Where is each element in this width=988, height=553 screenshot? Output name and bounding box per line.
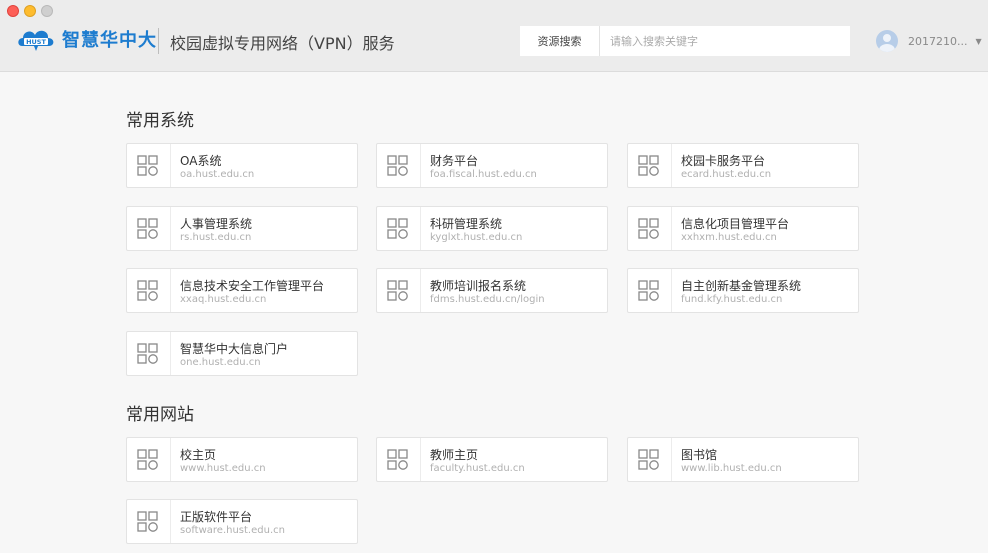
title-bar: HUST 智慧华中大 校园虚拟专用网络（VPN）服务 资源搜索 2017210.… (0, 0, 988, 72)
user-avatar-icon (876, 30, 898, 52)
header-divider (158, 28, 159, 54)
card-url: ecard.hust.edu.cn (681, 169, 772, 180)
card-name: 科研管理系统 (430, 217, 503, 231)
card-url: faculty.hust.edu.cn (430, 463, 525, 474)
website-card-faculty[interactable]: 教师主页 faculty.hust.edu.cn (376, 437, 608, 482)
card-url: foa.fiscal.hust.edu.cn (430, 169, 537, 180)
app-grid-icon (127, 438, 171, 481)
system-card-finance[interactable]: 财务平台 foa.fiscal.hust.edu.cn (376, 143, 608, 188)
website-card-library[interactable]: 图书馆 www.lib.hust.edu.cn (627, 437, 859, 482)
app-grid-icon (127, 500, 171, 543)
card-name: 图书馆 (681, 448, 718, 462)
app-grid-icon (628, 269, 672, 312)
card-url: rs.hust.edu.cn (180, 232, 252, 243)
app-grid-icon (377, 207, 421, 250)
card-url: xxhxm.hust.edu.cn (681, 232, 777, 243)
system-card-portal[interactable]: 智慧华中大信息门户 one.hust.edu.cn (126, 331, 358, 376)
logo[interactable]: HUST 智慧华中大 (16, 26, 157, 52)
chevron-down-icon: ▼ (975, 36, 982, 46)
section-title-common-systems: 常用系统 (126, 111, 194, 131)
card-url: www.lib.hust.edu.cn (681, 463, 782, 474)
logo-text: 智慧华中大 (62, 30, 157, 51)
card-name: 自主创新基金管理系统 (681, 279, 802, 293)
card-url: oa.hust.edu.cn (180, 169, 255, 180)
card-url: kyglxt.hust.edu.cn (430, 232, 523, 243)
website-card-homepage[interactable]: 校主页 www.hust.edu.cn (126, 437, 358, 482)
app-grid-icon (377, 144, 421, 187)
page-title: 校园虚拟专用网络（VPN）服务 (170, 34, 395, 53)
card-url: www.hust.edu.cn (180, 463, 266, 474)
card-name: 信息技术安全工作管理平台 (180, 279, 325, 293)
system-card-it-security[interactable]: 信息技术安全工作管理平台 xxaq.hust.edu.cn (126, 268, 358, 313)
app-grid-icon (628, 438, 672, 481)
svg-text:HUST: HUST (26, 38, 46, 46)
resource-search-button[interactable]: 资源搜索 (520, 26, 600, 56)
search-input[interactable] (600, 27, 850, 55)
app-grid-icon (127, 269, 171, 312)
card-name: 正版软件平台 (180, 510, 253, 524)
card-url: software.hust.edu.cn (180, 525, 285, 536)
app-grid-icon (127, 144, 171, 187)
system-card-oa[interactable]: OA系统 oa.hust.edu.cn (126, 143, 358, 188)
website-card-software[interactable]: 正版软件平台 software.hust.edu.cn (126, 499, 358, 544)
app-grid-icon (377, 269, 421, 312)
user-menu[interactable]: 2017210... ▼ (876, 30, 982, 52)
window-controls (7, 5, 53, 17)
minimize-window-button[interactable] (24, 5, 36, 17)
system-card-teacher-training[interactable]: 教师培训报名系统 fdms.hust.edu.cn/login (376, 268, 608, 313)
user-name: 2017210... (908, 34, 968, 48)
card-name: OA系统 (180, 154, 222, 168)
system-card-hr[interactable]: 人事管理系统 rs.hust.edu.cn (126, 206, 358, 251)
card-name: 智慧华中大信息门户 (180, 342, 289, 356)
card-url: xxaq.hust.edu.cn (180, 294, 267, 305)
close-window-button[interactable] (7, 5, 19, 17)
card-url: one.hust.edu.cn (180, 357, 261, 368)
card-name: 校主页 (180, 448, 217, 462)
card-name: 人事管理系统 (180, 217, 253, 231)
app-grid-icon (127, 207, 171, 250)
system-card-innovation-fund[interactable]: 自主创新基金管理系统 fund.kfy.hust.edu.cn (627, 268, 859, 313)
app-grid-icon (628, 144, 672, 187)
app-grid-icon (127, 332, 171, 375)
system-card-ecard[interactable]: 校园卡服务平台 ecard.hust.edu.cn (627, 143, 859, 188)
hust-logo-icon: HUST (18, 30, 54, 51)
system-card-it-projects[interactable]: 信息化项目管理平台 xxhxm.hust.edu.cn (627, 206, 859, 251)
card-name: 财务平台 (430, 154, 479, 168)
card-name: 教师主页 (430, 448, 479, 462)
resource-search: 资源搜索 (520, 26, 850, 56)
card-name: 教师培训报名系统 (430, 279, 527, 293)
card-name: 信息化项目管理平台 (681, 217, 790, 231)
app-grid-icon (377, 438, 421, 481)
card-url: fund.kfy.hust.edu.cn (681, 294, 783, 305)
card-name: 校园卡服务平台 (681, 154, 766, 168)
section-title-common-websites: 常用网站 (126, 405, 194, 425)
system-card-research[interactable]: 科研管理系统 kyglxt.hust.edu.cn (376, 206, 608, 251)
app-grid-icon (628, 207, 672, 250)
card-url: fdms.hust.edu.cn/login (430, 294, 545, 305)
maximize-window-button[interactable] (41, 5, 53, 17)
